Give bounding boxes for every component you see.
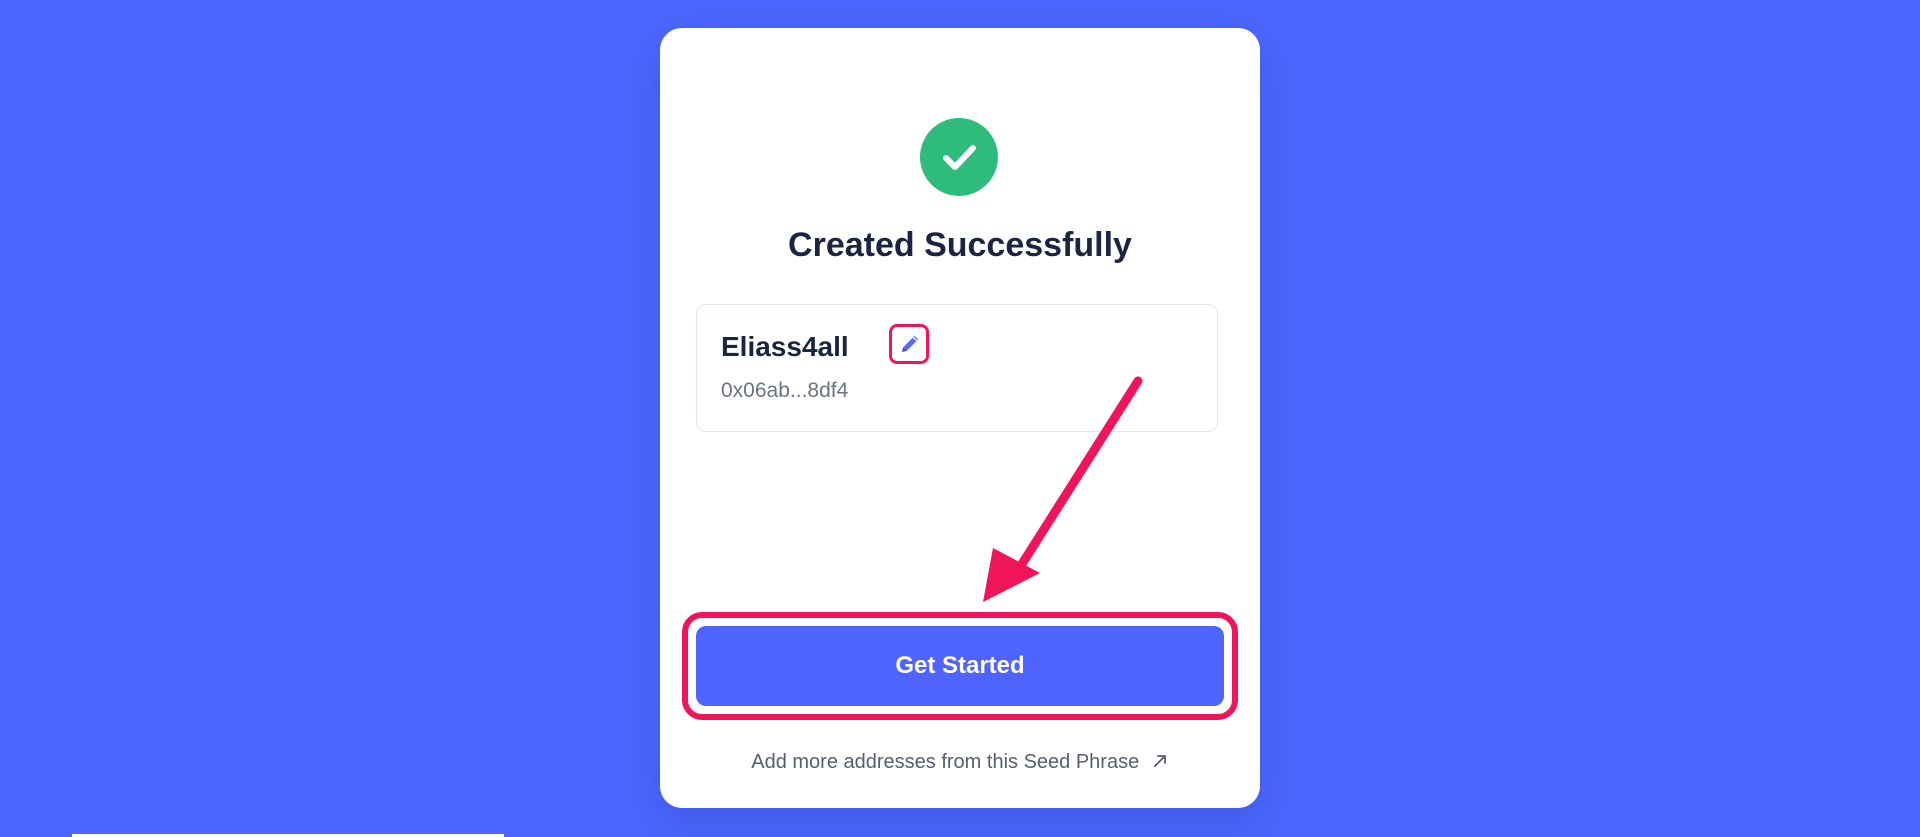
account-address: 0x06ab...8df4 — [721, 379, 849, 402]
success-card: Created Successfully Eliass4all 0x06ab..… — [660, 28, 1260, 808]
external-link-arrow-icon — [1153, 755, 1166, 767]
edit-name-button[interactable] — [889, 324, 929, 364]
pencil-icon — [902, 335, 919, 352]
page-background: Created Successfully Eliass4all 0x06ab..… — [0, 0, 1920, 837]
add-addresses-link-label: Add more addresses from this Seed Phrase — [751, 751, 1140, 773]
success-check-icon — [920, 118, 998, 196]
add-addresses-link[interactable]: Add more addresses from this Seed Phrase — [660, 751, 1260, 774]
get-started-button[interactable]: Get Started — [696, 626, 1224, 706]
account-name: Eliass4all — [721, 331, 849, 362]
account-card: Eliass4all 0x06ab...8df4 — [696, 304, 1218, 432]
page-title: Created Successfully — [788, 226, 1132, 264]
check-icon — [943, 145, 976, 170]
